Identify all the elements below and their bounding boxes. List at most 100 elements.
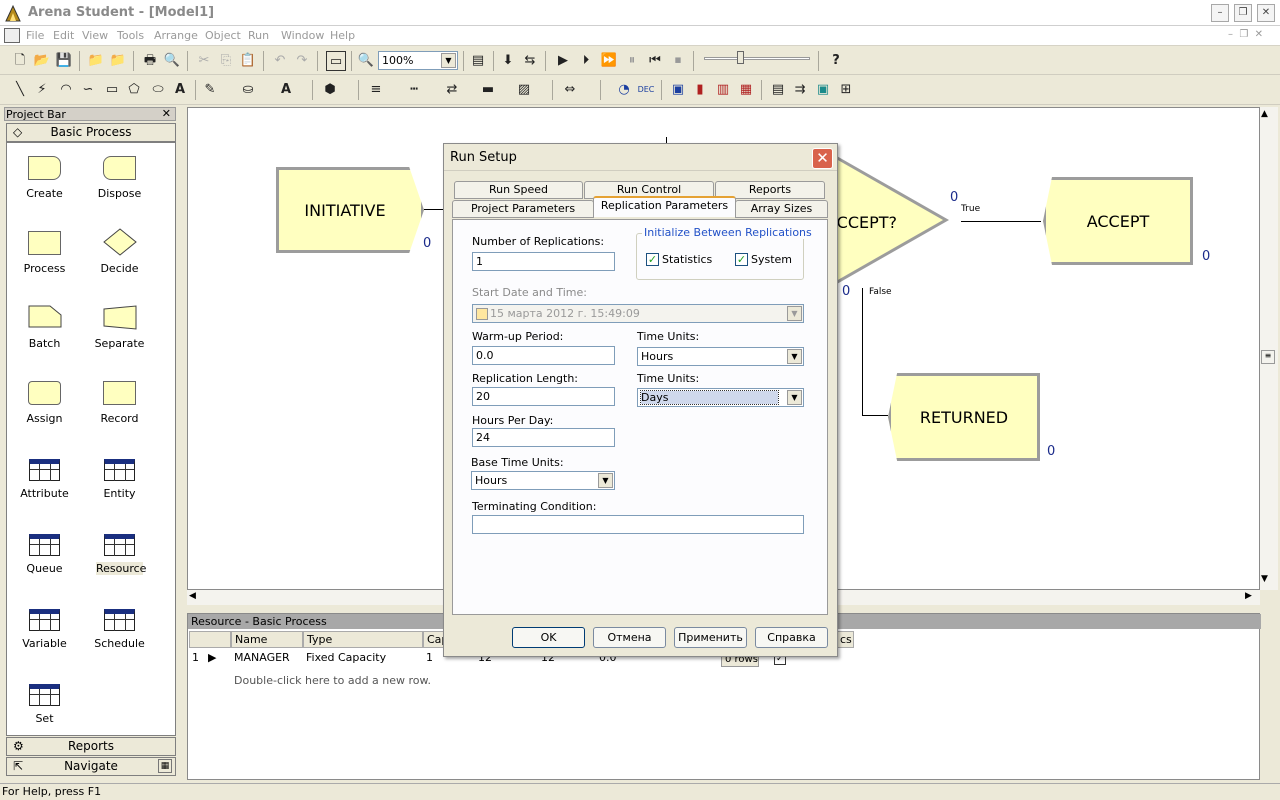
save-icon[interactable]: 💾 xyxy=(54,51,74,71)
cell-name[interactable]: MANAGER xyxy=(231,650,290,667)
add-row-hint[interactable]: Double-click here to add a new row. xyxy=(231,673,431,690)
warmup-units-select[interactable]: Hours ▼ xyxy=(637,347,804,366)
warmup-input[interactable]: 0.0 xyxy=(472,346,615,365)
module-batch[interactable]: Batch xyxy=(7,301,82,373)
section-basic-process[interactable]: ◇ Basic Process xyxy=(6,123,176,142)
menu-view[interactable]: View xyxy=(82,29,108,42)
step-icon[interactable]: ⏵ xyxy=(576,51,596,71)
station-icon[interactable]: ⊞ xyxy=(836,80,856,100)
connector[interactable] xyxy=(424,209,444,210)
print-icon[interactable]: 🖶 xyxy=(140,51,160,71)
window-bg-icon[interactable]: ⬢ xyxy=(320,80,340,100)
go-icon[interactable]: ▶ xyxy=(553,51,573,71)
layers-icon[interactable]: ▭ xyxy=(326,51,346,71)
tab-array-sizes[interactable]: Array Sizes xyxy=(735,200,828,218)
cell-type[interactable]: Fixed Capacity xyxy=(303,650,386,667)
close-icon[interactable]: ✕ xyxy=(162,107,171,120)
slider-thumb[interactable] xyxy=(737,51,744,64)
plot-icon[interactable]: ▥ xyxy=(713,80,733,100)
start-date-picker[interactable]: 15 марта 2012 г. 15:49:09 ▼ xyxy=(472,304,804,323)
end-icon[interactable]: ⏹ xyxy=(668,51,688,71)
module-entity[interactable]: Entity xyxy=(82,451,157,523)
start-over-icon[interactable]: ⏮ xyxy=(645,51,665,71)
module-dispose[interactable]: Dispose xyxy=(82,151,157,223)
clock-icon[interactable]: ◔ xyxy=(614,80,634,100)
section-navigate[interactable]: ⇱ Navigate ▦ xyxy=(6,757,176,776)
print-preview-icon[interactable]: 🔍 xyxy=(162,51,182,71)
connect-icon[interactable]: ⬇ xyxy=(498,51,518,71)
module-variable[interactable]: Variable xyxy=(7,601,82,673)
copy-icon[interactable]: ⎘ xyxy=(216,51,236,71)
header-statistics[interactable]: cs xyxy=(836,631,854,648)
resource-icon[interactable]: ⇉ xyxy=(790,80,810,100)
arc-icon[interactable]: ◠ xyxy=(56,80,76,100)
system-checkbox[interactable]: ✓ xyxy=(735,253,748,266)
queue-icon[interactable]: ▤ xyxy=(768,80,788,100)
row-selector-icon[interactable]: ▶ xyxy=(205,650,216,667)
smart-connect-icon[interactable]: ⇆ xyxy=(520,51,540,71)
cell-capacity[interactable]: 1 xyxy=(423,650,433,667)
template-detach-icon[interactable]: 📁 xyxy=(108,51,128,71)
close-icon[interactable]: ✕ xyxy=(812,148,833,169)
module-resource[interactable]: Resource xyxy=(82,526,157,598)
polygon-icon[interactable]: ⬠ xyxy=(124,80,144,100)
module-schedule[interactable]: Schedule xyxy=(82,601,157,673)
base-units-select[interactable]: Hours ▼ xyxy=(471,471,615,490)
box-icon[interactable]: ▭ xyxy=(102,80,122,100)
undo-icon[interactable]: ↶ xyxy=(270,51,290,71)
dispose-module-returned[interactable]: RETURNED xyxy=(888,373,1040,461)
bezier-icon[interactable]: ∽ xyxy=(78,80,98,100)
dispose-module-accept[interactable]: ACCEPT xyxy=(1043,177,1193,265)
module-decide[interactable]: Decide xyxy=(82,226,157,298)
new-icon[interactable]: 🗋 xyxy=(10,51,30,71)
connector-false[interactable] xyxy=(862,288,863,416)
tab-replication-parameters[interactable]: Replication Parameters xyxy=(593,196,736,217)
redo-icon[interactable]: ↷ xyxy=(292,51,312,71)
module-separate[interactable]: Separate xyxy=(82,301,157,373)
document-icon[interactable] xyxy=(4,28,20,43)
paste-icon[interactable]: 📋 xyxy=(238,51,258,71)
module-process[interactable]: Process xyxy=(7,226,82,298)
header-type[interactable]: Type xyxy=(303,631,423,648)
module-assign[interactable]: Assign xyxy=(7,376,82,448)
module-queue[interactable]: Queue xyxy=(7,526,82,598)
line-width-icon[interactable]: ≡ xyxy=(366,80,386,100)
create-module-initiative[interactable]: INITIATIVE xyxy=(276,167,424,253)
ok-button[interactable]: OK xyxy=(512,627,585,648)
open-icon[interactable]: 📂 xyxy=(32,51,52,71)
section-reports[interactable]: ⚙ Reports xyxy=(6,737,176,756)
zoom-icon[interactable]: 🔍 xyxy=(356,51,376,71)
restore-button[interactable]: ❐ xyxy=(1234,4,1252,22)
text-color-icon[interactable]: A xyxy=(276,80,296,100)
line-pattern-icon[interactable]: ▬ xyxy=(478,80,498,100)
flip-icon[interactable]: ⇔ xyxy=(560,80,580,100)
animation-speed-slider[interactable] xyxy=(704,57,810,60)
mdi-controls[interactable]: – ❐ ✕ xyxy=(1228,29,1263,40)
replen-units-select[interactable]: Days ▼ xyxy=(637,388,804,407)
submodel-icon[interactable]: ▤ xyxy=(468,51,488,71)
module-attribute[interactable]: Attribute xyxy=(7,451,82,523)
statistics-checkbox[interactable]: ✓ xyxy=(646,253,659,266)
fill-color-icon[interactable]: ⛀ xyxy=(238,80,258,100)
zoom-select[interactable]: 100% ▼ xyxy=(378,51,458,70)
polyline-icon[interactable]: ⚡ xyxy=(32,80,52,100)
text-icon[interactable]: A xyxy=(170,80,190,100)
level-icon[interactable]: ▮ xyxy=(690,80,710,100)
menu-help[interactable]: Help xyxy=(330,29,355,42)
connector-false[interactable] xyxy=(862,415,888,416)
menu-tools[interactable]: Tools xyxy=(117,29,144,42)
date-icon[interactable]: DEC xyxy=(636,80,656,100)
menu-file[interactable]: File xyxy=(26,29,44,42)
context-help-icon[interactable]: ? xyxy=(826,51,846,71)
tab-run-speed[interactable]: Run Speed xyxy=(454,181,583,199)
line-style-icon[interactable]: ┅ xyxy=(404,80,424,100)
fill-pattern-icon[interactable]: ▨ xyxy=(514,80,534,100)
replen-input[interactable]: 20 xyxy=(472,387,615,406)
minimize-button[interactable]: – xyxy=(1211,4,1229,22)
histogram-icon[interactable]: ▦ xyxy=(736,80,756,100)
cut-icon[interactable]: ✂ xyxy=(194,51,214,71)
close-window-button[interactable]: ✕ xyxy=(1257,4,1275,22)
arrow-style-icon[interactable]: ⇄ xyxy=(442,80,462,100)
template-attach-icon[interactable]: 📁 xyxy=(86,51,106,71)
menu-run[interactable]: Run xyxy=(248,29,269,42)
